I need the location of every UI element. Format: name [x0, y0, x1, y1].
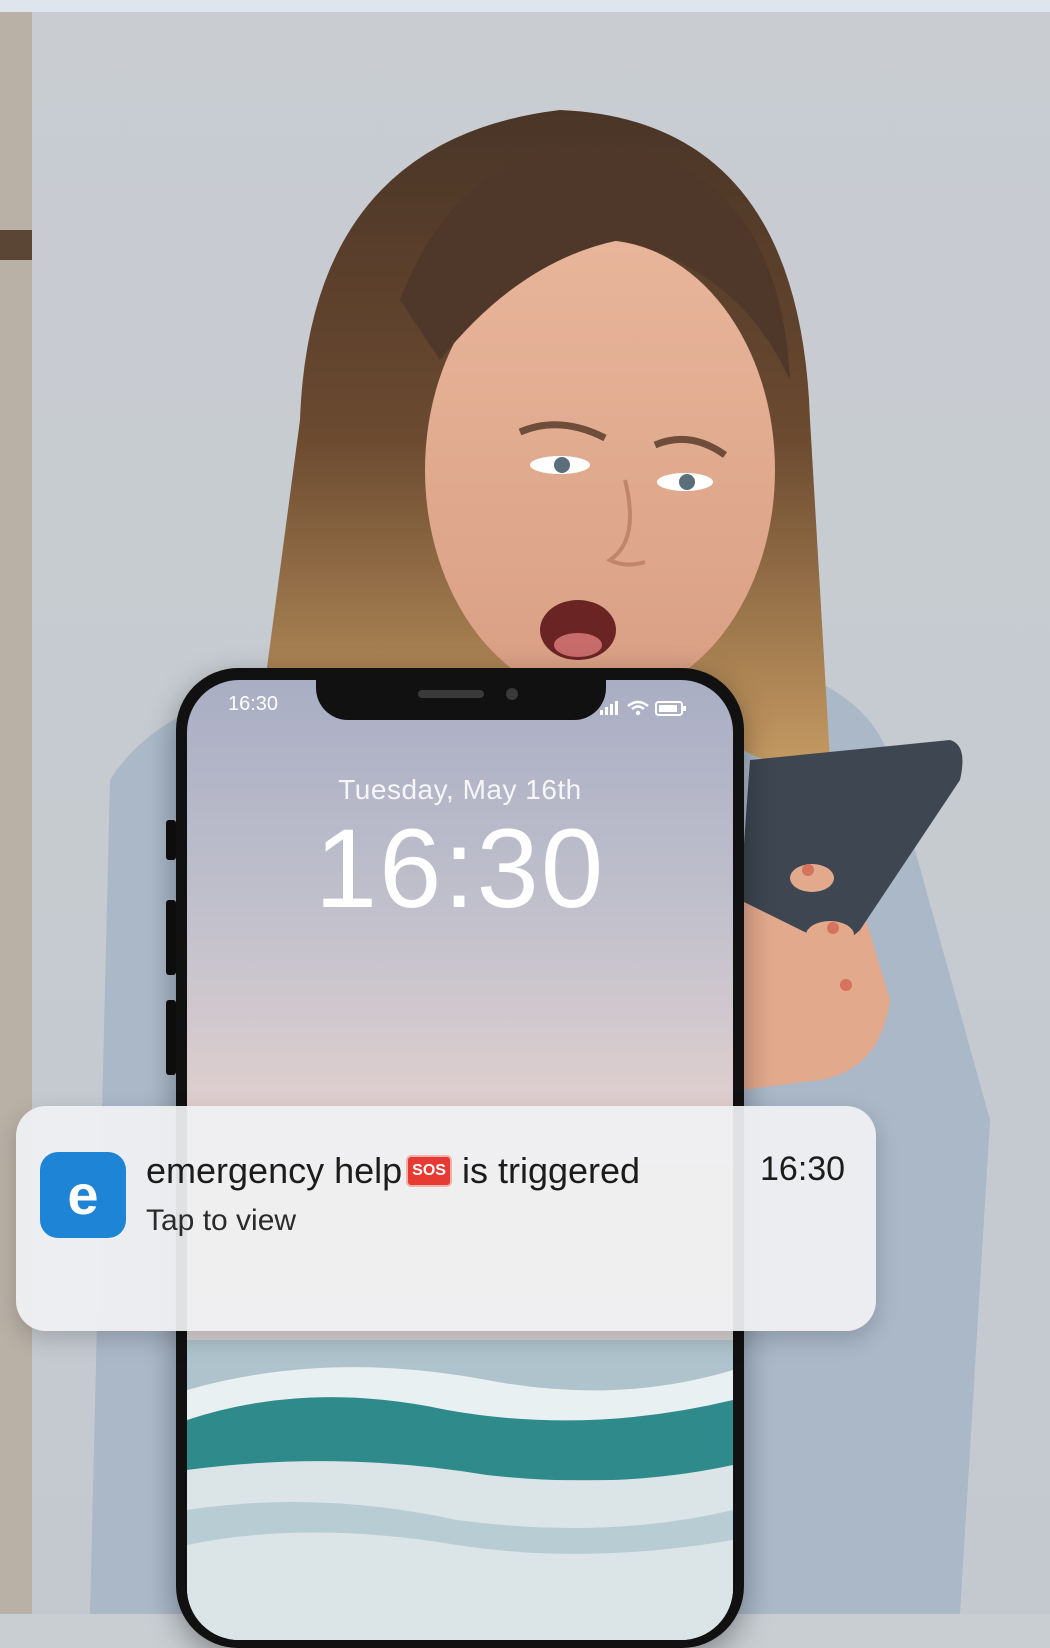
speaker-grille — [418, 690, 484, 698]
volume-down-button — [166, 1000, 176, 1075]
notification-title: emergency help SOS is triggered — [146, 1150, 640, 1192]
ocean-wallpaper — [187, 1340, 733, 1640]
notification-title-suffix: is triggered — [461, 1150, 641, 1191]
notification-time: 16:30 — [760, 1150, 846, 1188]
signal-icon — [600, 701, 618, 715]
lock-screen-clock: 16:30 — [314, 806, 606, 931]
battery-icon — [655, 701, 686, 716]
volume-up-button — [166, 900, 176, 975]
front-camera — [506, 688, 518, 700]
status-bar-time: 16:30 — [228, 693, 279, 715]
notification-title-text: emergency help — [146, 1150, 403, 1191]
side-button — [166, 820, 176, 860]
wifi-icon — [627, 700, 649, 716]
notification-subtitle: Tap to view — [146, 1204, 297, 1237]
notification-banner[interactable]: e emergency help SOS is triggered Tap to… — [16, 1106, 876, 1331]
status-icons — [600, 700, 686, 716]
app-icon-letter: e — [67, 1163, 99, 1226]
app-icon: e — [40, 1152, 126, 1238]
sos-badge-icon: SOS — [406, 1155, 452, 1187]
lock-screen-date: Tuesday, May 16th — [338, 774, 582, 805]
